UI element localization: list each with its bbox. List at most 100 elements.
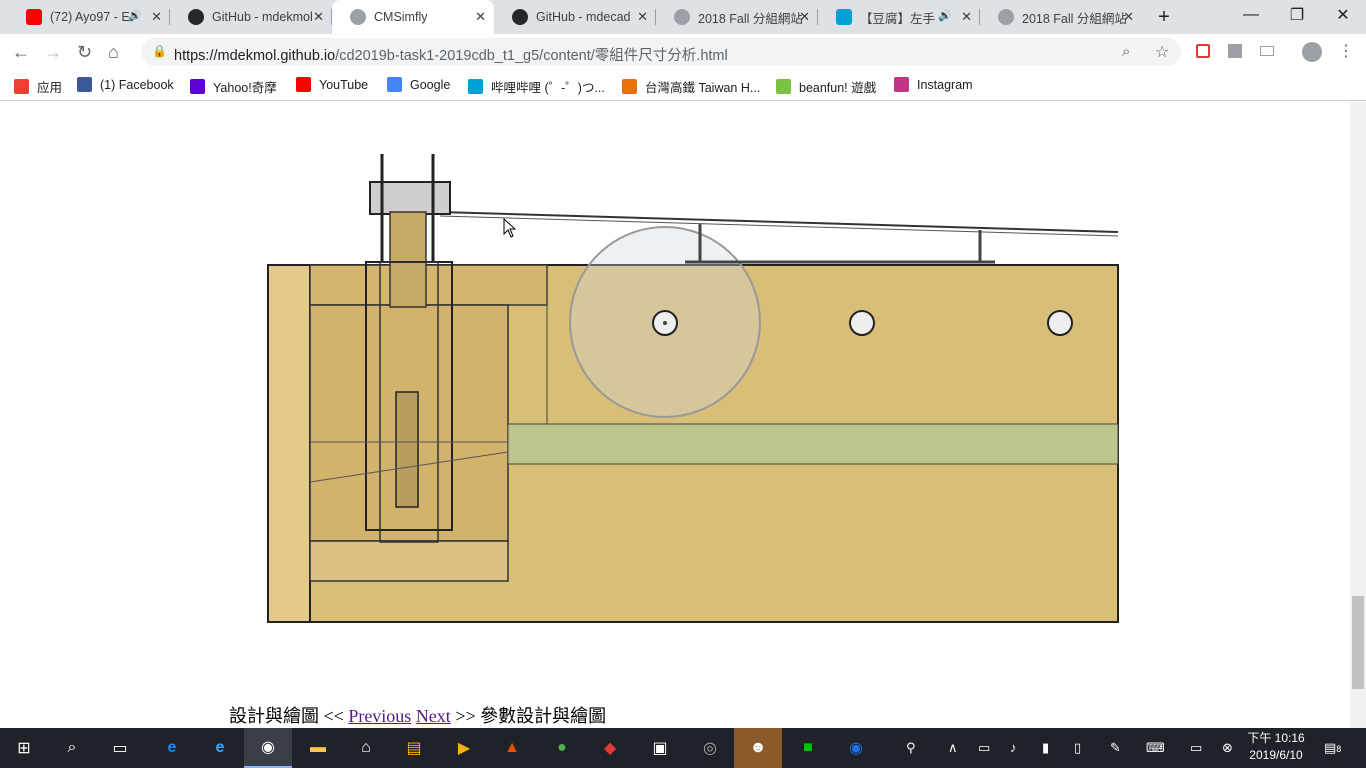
- matlab-icon[interactable]: ▲: [488, 728, 536, 768]
- pen-icon[interactable]: ✎: [1110, 740, 1121, 756]
- next-link[interactable]: Next: [416, 706, 451, 726]
- notes-app-icon[interactable]: ▤: [390, 728, 438, 768]
- bookmark-star-icon[interactable]: ☆: [1155, 42, 1169, 62]
- apps-icon: [14, 79, 29, 94]
- close-tab-icon[interactable]: ✕: [475, 9, 486, 25]
- app-icon[interactable]: ◎: [686, 728, 734, 768]
- bookmark-label: (1) Facebook: [100, 77, 174, 92]
- clock-time: 下午 10:16: [1247, 731, 1305, 745]
- close-tab-icon[interactable]: ✕: [313, 9, 324, 25]
- file-explorer-icon[interactable]: ▬: [294, 728, 342, 768]
- zoom-icon[interactable]: ⌕: [1122, 43, 1130, 60]
- tab-strip: (72) Ayo97 - E 🔊 ✕ GitHub - mdekmol ✕ CM…: [0, 0, 1366, 34]
- battery-icon[interactable]: ▮: [1042, 740, 1049, 756]
- close-window-button[interactable]: ✕: [1320, 0, 1366, 30]
- scrollbar-thumb[interactable]: [1352, 596, 1364, 689]
- display-icon[interactable]: ▭: [1190, 740, 1202, 756]
- tab-cmsimfly[interactable]: CMSimfly ✕: [332, 0, 494, 34]
- bookmark-item[interactable]: Google: [387, 77, 450, 92]
- menu-icon[interactable]: ⋮: [1338, 41, 1354, 61]
- minimize-button[interactable]: —: [1228, 0, 1274, 30]
- people-icon[interactable]: ⚲: [906, 740, 916, 756]
- lock-icon: 🔒: [152, 44, 167, 58]
- keyboard-icon[interactable]: ⌨: [1146, 740, 1165, 756]
- game-icon[interactable]: ☻: [734, 728, 782, 768]
- tab-title: GitHub - mdecad: [536, 10, 631, 24]
- bookmark-item[interactable]: YouTube: [296, 77, 368, 92]
- back-icon[interactable]: ←: [12, 42, 30, 63]
- bookmark-item[interactable]: Instagram: [894, 77, 973, 92]
- profile-avatar[interactable]: [1302, 42, 1322, 62]
- network-icon[interactable]: ▭: [978, 740, 990, 756]
- tab-title: 【豆腐】左手: [860, 11, 936, 26]
- audio-icon[interactable]: 🔊: [938, 9, 952, 22]
- github-icon: [188, 9, 204, 25]
- page-content: 設計與繪圖 << Previous Next >> 參數設計與繪圖: [0, 102, 1350, 728]
- chrome-canary-icon[interactable]: ◉: [832, 728, 880, 768]
- tab-github-2[interactable]: GitHub - mdecad ✕: [494, 0, 656, 34]
- bookmark-label: beanfun! 遊戲: [799, 81, 877, 95]
- chrome-icon[interactable]: ◉: [244, 728, 292, 768]
- task-view-icon[interactable]: ▭: [96, 728, 144, 768]
- wechat-icon[interactable]: ●: [538, 728, 586, 768]
- media-player-icon[interactable]: ▶: [440, 728, 488, 768]
- tab-title: 2018 Fall 分組網站: [1022, 11, 1126, 26]
- tab-fall-2[interactable]: 2018 Fall 分組網站 ✕: [980, 0, 1142, 34]
- yahoo-icon: [190, 79, 205, 94]
- system-clock[interactable]: 下午 10:16 2019/6/10: [1236, 730, 1316, 764]
- bookmark-item[interactable]: (1) Facebook: [77, 77, 174, 92]
- home-icon[interactable]: ⌂: [108, 42, 119, 63]
- mouse-cursor-icon: [503, 218, 517, 238]
- tab-youtube[interactable]: (72) Ayo97 - E 🔊 ✕: [8, 0, 170, 34]
- close-tab-icon[interactable]: ✕: [151, 9, 162, 25]
- garena-icon[interactable]: ◆: [586, 728, 634, 768]
- bilibili-icon: [836, 9, 852, 25]
- new-tab-button[interactable]: +: [1142, 2, 1186, 32]
- notification-icon[interactable]: ▤8: [1324, 740, 1341, 756]
- google-icon: [387, 77, 402, 92]
- audio-icon[interactable]: 🔊: [128, 9, 142, 22]
- ie-icon[interactable]: e: [196, 728, 244, 768]
- url-text[interactable]: https://mdekmol.github.io/cd2019b-task1-…: [174, 44, 728, 65]
- thsr-icon: [622, 79, 637, 94]
- bilibili-icon: [468, 79, 483, 94]
- terminal-icon[interactable]: ▣: [636, 728, 684, 768]
- bookmark-label: Instagram: [917, 77, 973, 92]
- maximize-button[interactable]: ❐: [1274, 0, 1320, 30]
- volume-icon[interactable]: ♪: [1010, 740, 1017, 755]
- bookmark-item[interactable]: beanfun! 遊戲: [776, 77, 876, 96]
- usb-icon[interactable]: ▯: [1074, 740, 1081, 756]
- bookmark-item[interactable]: 哔哩哔哩 (゜-゜)つ...: [468, 77, 605, 96]
- close-tab-icon[interactable]: ✕: [637, 9, 648, 25]
- edge-icon[interactable]: e: [148, 728, 196, 768]
- close-tab-icon[interactable]: ✕: [799, 9, 810, 25]
- reload-icon[interactable]: ↻: [77, 42, 92, 63]
- instagram-icon: [894, 77, 909, 92]
- tab-bilibili[interactable]: 【豆腐】左手 🔊 ✕: [818, 0, 980, 34]
- previous-link[interactable]: Previous: [348, 706, 411, 726]
- extension-card-icon[interactable]: [1260, 46, 1274, 56]
- bookmark-item[interactable]: Yahoo!奇摩: [190, 77, 277, 96]
- notification-count: 8: [1336, 744, 1342, 754]
- bookmark-label: 台灣高鐵 Taiwan H...: [645, 81, 761, 95]
- tab-title: 2018 Fall 分組網站: [698, 11, 802, 26]
- start-icon[interactable]: ⊞: [0, 728, 48, 768]
- bookmark-item[interactable]: 应用: [14, 77, 62, 96]
- close-circle-icon[interactable]: ⊗: [1222, 740, 1233, 756]
- tab-title: (72) Ayo97 - E: [50, 10, 130, 24]
- search-icon[interactable]: ⌕: [48, 728, 96, 768]
- bookmark-label: 哔哩哔哩 (゜-゜)つ...: [491, 81, 605, 95]
- youtube-icon: [296, 77, 311, 92]
- close-tab-icon[interactable]: ✕: [1123, 9, 1134, 25]
- page-navigation: 設計與繪圖 << Previous Next >> 參數設計與繪圖: [229, 702, 606, 728]
- bookmark-item[interactable]: 台灣高鐵 Taiwan H...: [622, 77, 760, 96]
- tab-github-1[interactable]: GitHub - mdekmol ✕: [170, 0, 332, 34]
- show-hidden-icon[interactable]: ∧: [948, 740, 958, 756]
- line-icon[interactable]: ■: [784, 728, 832, 768]
- forward-icon[interactable]: →: [44, 42, 62, 63]
- close-tab-icon[interactable]: ✕: [961, 9, 972, 25]
- extension-icon[interactable]: [1196, 44, 1210, 58]
- home-app-icon[interactable]: ⌂: [342, 728, 390, 768]
- extension-grid-icon[interactable]: [1228, 44, 1242, 58]
- tab-fall-1[interactable]: 2018 Fall 分組網站 ✕: [656, 0, 818, 34]
